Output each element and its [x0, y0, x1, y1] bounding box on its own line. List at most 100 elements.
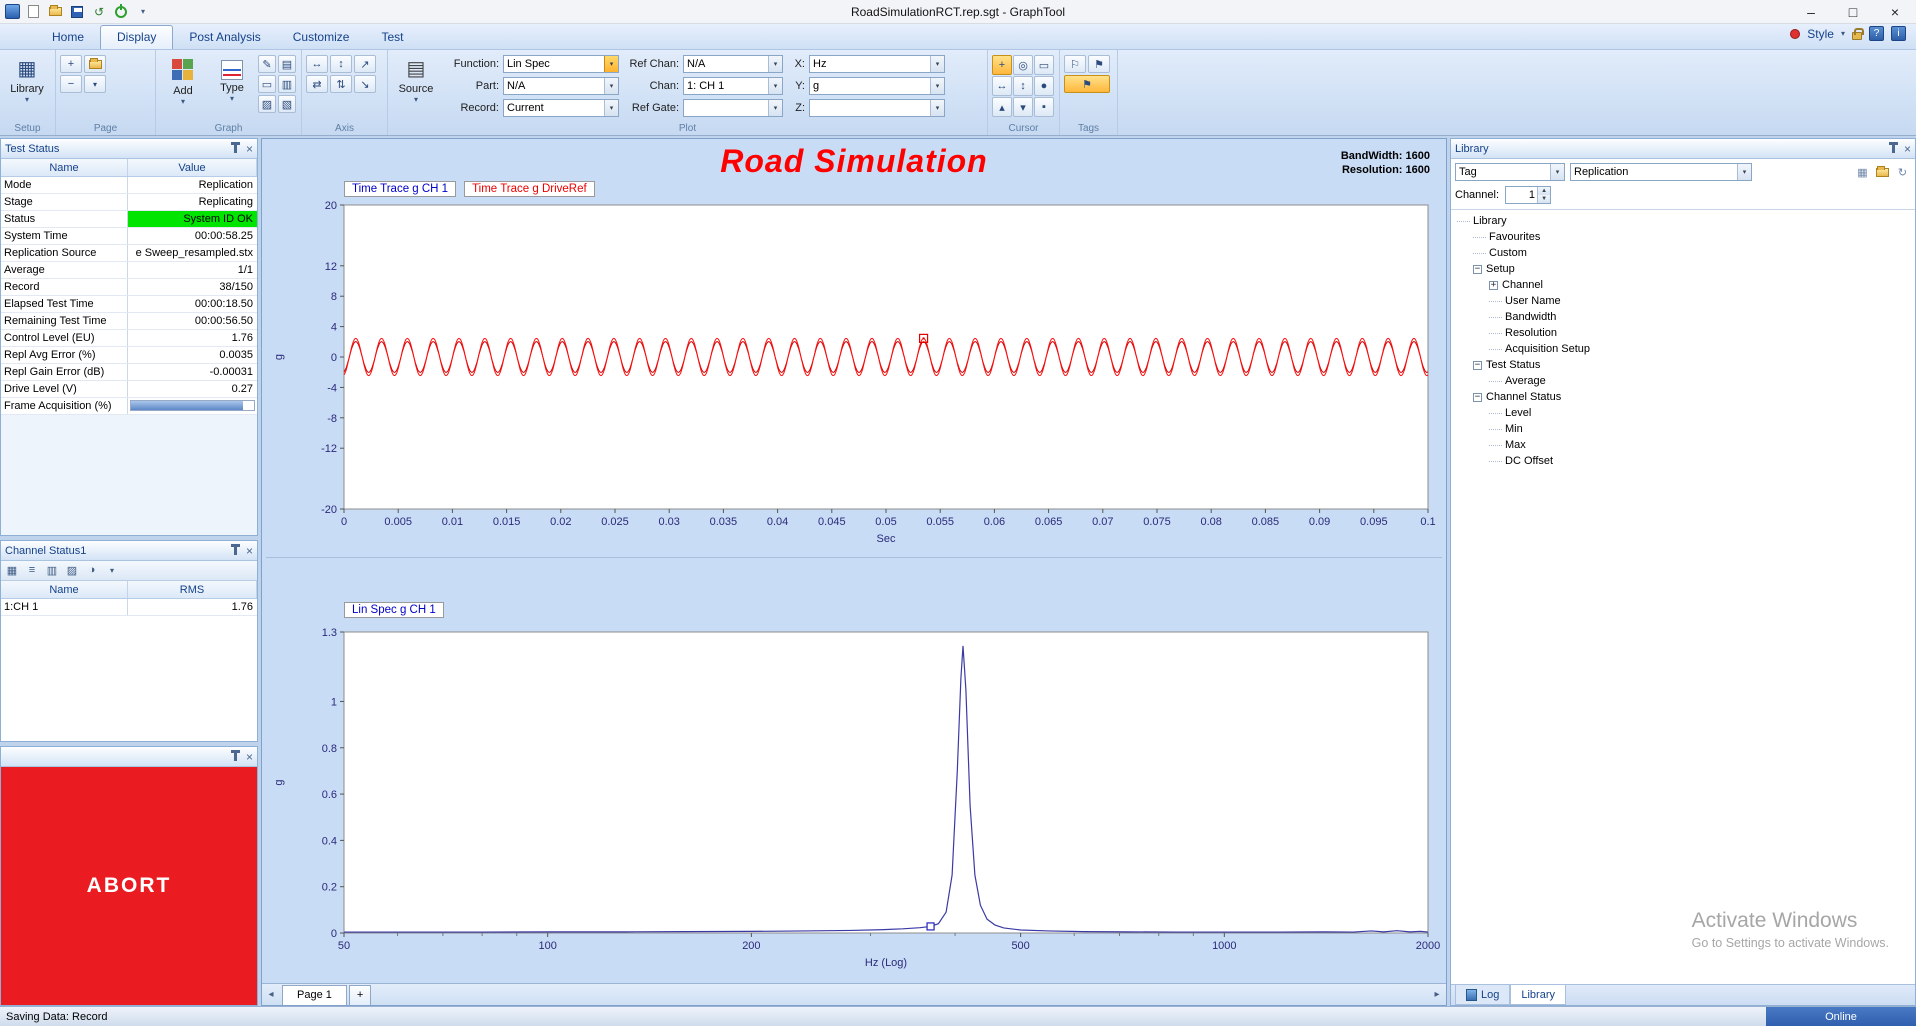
open-library-icon[interactable]	[1874, 164, 1891, 180]
axis-zoom-out-icon[interactable]: ⇅	[330, 75, 352, 93]
cursor-tool-horizontal-icon[interactable]: ↔	[992, 76, 1012, 96]
collapse-icon[interactable]: −	[1473, 361, 1482, 370]
tree-item-max[interactable]: Max	[1451, 437, 1915, 453]
power-icon[interactable]	[112, 3, 130, 21]
tree-item-custom[interactable]: Custom	[1451, 245, 1915, 261]
tree-item-resolution[interactable]: Resolution	[1451, 325, 1915, 341]
tags-panel-icon[interactable]: ⚑	[1064, 75, 1110, 93]
tree-item-dc-offset[interactable]: DC Offset	[1451, 453, 1915, 469]
spec-chart-plot[interactable]: 1.310.80.60.40.205010020050010002000Hz (…	[266, 626, 1442, 981]
open-page-button[interactable]	[84, 55, 106, 73]
view-split-icon[interactable]: ▨	[63, 562, 81, 578]
plot-field-combo-part[interactable]: N/A▾	[503, 77, 619, 95]
lock-icon[interactable]	[1852, 32, 1862, 40]
library-type-combo[interactable]: Replication ▾	[1570, 163, 1752, 181]
pin-icon[interactable]	[1892, 145, 1895, 153]
trace-tab-linspec[interactable]: Lin Spec g CH 1	[344, 602, 444, 618]
graph-style-icon-3[interactable]: ▭	[258, 75, 276, 93]
plot-field-combo-function[interactable]: Lin Spec▾	[503, 55, 619, 73]
cursor-tool-point-icon[interactable]: ●	[1034, 76, 1054, 96]
cursor-tool-vertical-icon[interactable]: ↕	[1013, 76, 1033, 96]
page-options-button[interactable]: ▾	[84, 75, 106, 93]
abort-button[interactable]: ABORT	[1, 767, 257, 1005]
collapse-icon[interactable]: −	[1473, 265, 1482, 274]
page-scroll-left-icon[interactable]: ◂	[262, 984, 280, 1005]
help-icon[interactable]: ?	[1869, 26, 1884, 41]
tree-item-library[interactable]: Library	[1451, 213, 1915, 229]
open-file-icon[interactable]	[46, 3, 64, 21]
pin-icon[interactable]	[234, 145, 237, 153]
plot-field-combo-record[interactable]: Current▾	[503, 99, 619, 117]
close-icon[interactable]: ×	[246, 752, 253, 762]
plot-field-combo-chan[interactable]: 1: CH 1▾	[683, 77, 783, 95]
tree-item-test-status[interactable]: −Test Status	[1451, 357, 1915, 373]
view-list-icon[interactable]: ≡	[23, 562, 41, 578]
cursor-tool-peak-icon[interactable]: ▴	[992, 97, 1012, 117]
minimize-button[interactable]: –	[1790, 0, 1832, 23]
tree-item-user-name[interactable]: User Name	[1451, 293, 1915, 309]
add-graph-button[interactable]: Add ▾	[160, 53, 206, 107]
cursor-tool-crosshair-icon[interactable]: +	[992, 55, 1012, 75]
graph-style-icon-2[interactable]: ▤	[278, 55, 296, 73]
collapse-icon[interactable]: −	[1473, 393, 1482, 402]
axis-zoom-in-icon[interactable]: ⇄	[306, 75, 328, 93]
undo-icon[interactable]: ↺	[90, 3, 108, 21]
cursor-tool-band-icon[interactable]: ▭	[1034, 55, 1054, 75]
plot-field-combo-z[interactable]: ▾	[809, 99, 945, 117]
close-icon[interactable]: ×	[246, 546, 253, 556]
graph-style-icon-1[interactable]: ✎	[258, 55, 276, 73]
graph-style-icon-6[interactable]: ▧	[278, 95, 296, 113]
ribbon-tab-post-analysis[interactable]: Post Analysis	[173, 26, 276, 49]
cursor-tool-valley-icon[interactable]: ▾	[1013, 97, 1033, 117]
bottom-tab-library[interactable]: Library	[1510, 985, 1566, 1005]
axis-scale-y-icon[interactable]: ↕	[330, 55, 352, 73]
close-button[interactable]: ×	[1874, 0, 1916, 23]
page-scroll-right-icon[interactable]: ▸	[1428, 984, 1446, 1005]
add-page-button[interactable]: +	[60, 55, 82, 73]
ribbon-tab-home[interactable]: Home	[36, 26, 100, 49]
tree-item-favourites[interactable]: Favourites	[1451, 229, 1915, 245]
refresh-icon[interactable]: ↻	[1894, 164, 1911, 180]
maximize-button[interactable]: □	[1832, 0, 1874, 23]
tree-item-min[interactable]: Min	[1451, 421, 1915, 437]
qat-more-icon[interactable]: ▾	[134, 3, 152, 21]
view-columns-icon[interactable]: ▥	[43, 562, 61, 578]
close-icon[interactable]: ×	[246, 144, 253, 154]
tree-item-bandwidth[interactable]: Bandwidth	[1451, 309, 1915, 325]
trace-tab-ch1[interactable]: Time Trace g CH 1	[344, 181, 456, 197]
tree-item-channel[interactable]: +Channel	[1451, 277, 1915, 293]
info-icon[interactable]: i	[1891, 26, 1906, 41]
bottom-tab-log[interactable]: Log	[1455, 985, 1510, 1005]
tree-item-channel-status[interactable]: −Channel Status	[1451, 389, 1915, 405]
remove-page-button[interactable]: −	[60, 75, 82, 93]
view-grid-icon[interactable]: ▦	[3, 562, 21, 578]
plot-field-combo-ref-gate[interactable]: ▾	[683, 99, 783, 117]
graph-type-button[interactable]: Type ▾	[209, 53, 255, 104]
trace-tab-driveref[interactable]: Time Trace g DriveRef	[464, 181, 595, 197]
tag-add-icon[interactable]: ⚐	[1064, 55, 1086, 73]
new-file-icon[interactable]	[24, 3, 42, 21]
chevron-down-icon[interactable]: ▾	[103, 562, 121, 578]
tree-item-level[interactable]: Level	[1451, 405, 1915, 421]
cursor-tool-zoom-icon[interactable]: ◎	[1013, 55, 1033, 75]
axis-fit-icon[interactable]: ↘	[354, 75, 376, 93]
tree-item-acquisition-setup[interactable]: Acquisition Setup	[1451, 341, 1915, 357]
add-page-tab-button[interactable]: +	[349, 985, 371, 1005]
tree-item-setup[interactable]: −Setup	[1451, 261, 1915, 277]
expand-icon[interactable]: +	[1489, 281, 1498, 290]
source-button[interactable]: ▤ Source ▾	[392, 53, 440, 105]
plot-field-combo-y[interactable]: g▾	[809, 77, 945, 95]
save-icon[interactable]	[68, 3, 86, 21]
library-button[interactable]: ▦ Library ▾	[4, 53, 50, 105]
style-button[interactable]: Style	[1807, 27, 1834, 41]
clock-icon[interactable]: ◑	[83, 562, 101, 578]
ribbon-tab-customize[interactable]: Customize	[277, 26, 366, 49]
spinner-down-icon[interactable]: ▼	[1538, 195, 1550, 203]
close-icon[interactable]: ×	[1904, 144, 1911, 154]
pin-icon[interactable]	[234, 753, 237, 761]
page-tab[interactable]: Page 1	[282, 985, 347, 1005]
plot-field-combo-ref-chan[interactable]: N/A▾	[683, 55, 783, 73]
tag-combo[interactable]: Tag ▾	[1455, 163, 1565, 181]
axis-autoscale-icon[interactable]: ↗	[354, 55, 376, 73]
graph-style-icon-4[interactable]: ▥	[278, 75, 296, 93]
